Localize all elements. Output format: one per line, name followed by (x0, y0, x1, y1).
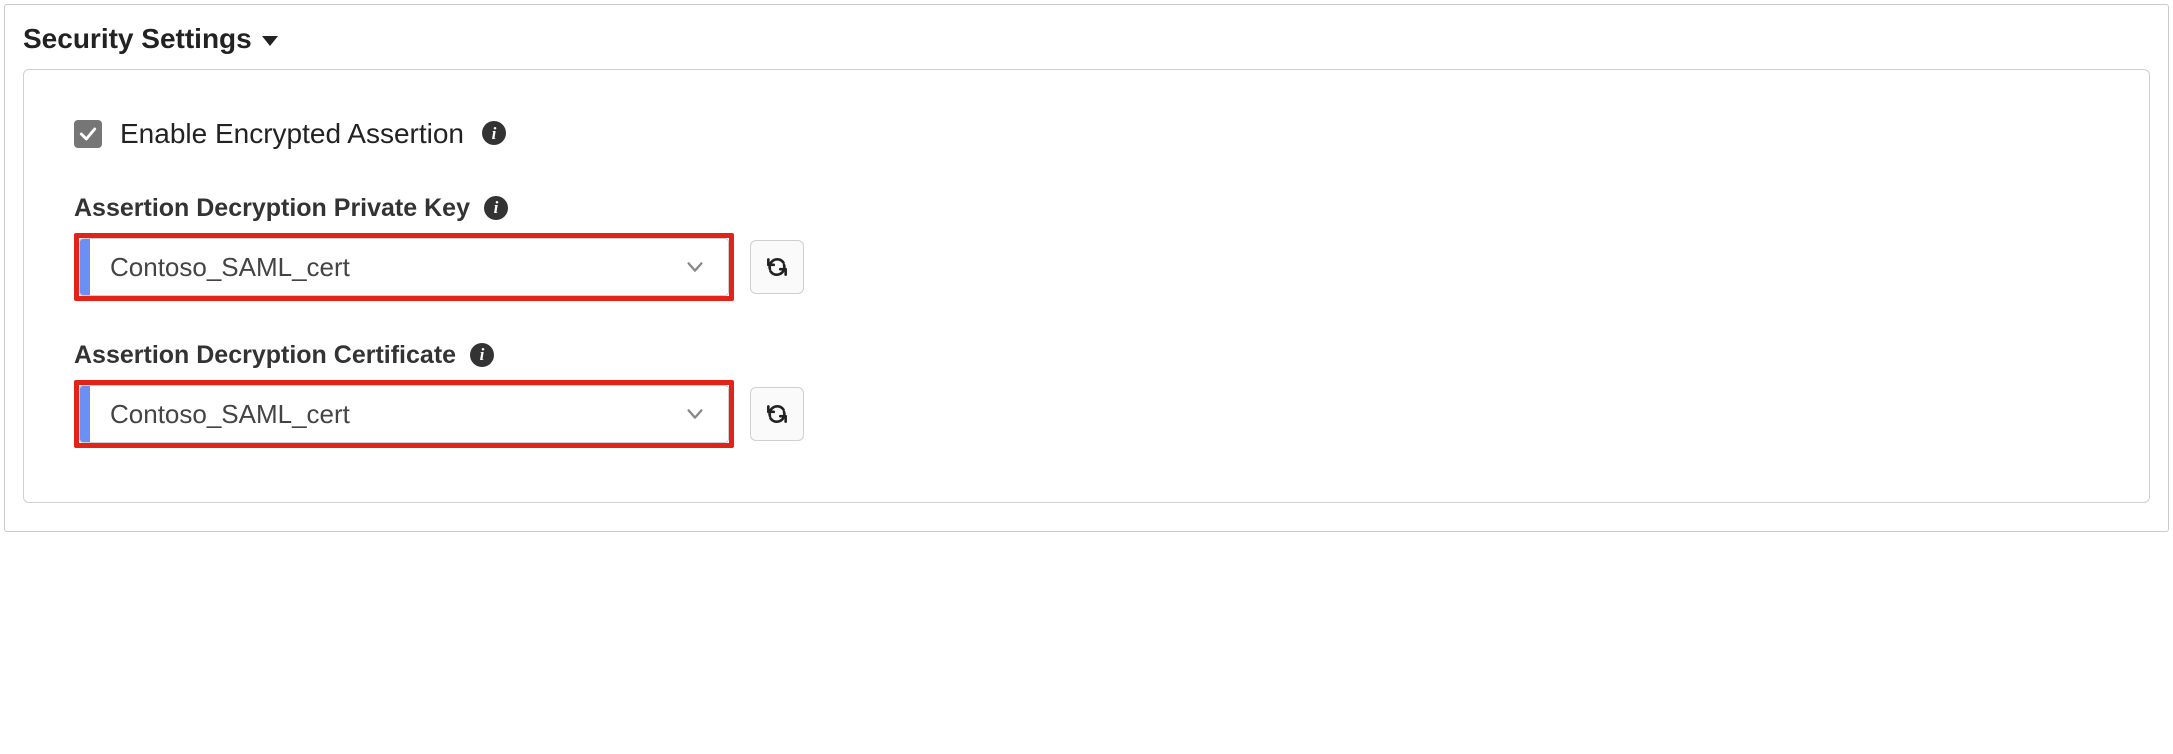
check-icon (78, 124, 98, 144)
info-icon[interactable]: i (484, 196, 508, 220)
private-key-value: Contoso_SAML_cert (90, 252, 662, 283)
certificate-value: Contoso_SAML_cert (90, 399, 662, 430)
enable-encrypted-assertion-label: Enable Encrypted Assertion (120, 118, 464, 150)
certificate-field: Assertion Decryption Certificate i Conto… (74, 341, 2099, 448)
certificate-refresh-button[interactable] (750, 387, 804, 441)
chevron-down-icon (662, 256, 728, 278)
section-title: Security Settings (23, 23, 252, 55)
certificate-select[interactable]: Contoso_SAML_cert (79, 385, 729, 443)
enable-encrypted-assertion-row: Enable Encrypted Assertion i (74, 118, 2099, 150)
highlight-frame: Contoso_SAML_cert (74, 380, 734, 448)
private-key-select[interactable]: Contoso_SAML_cert (79, 238, 729, 296)
refresh-icon (764, 254, 790, 280)
highlight-frame: Contoso_SAML_cert (74, 233, 734, 301)
enable-encrypted-assertion-checkbox[interactable] (74, 120, 102, 148)
certificate-label: Assertion Decryption Certificate (74, 341, 456, 370)
certificate-label-row: Assertion Decryption Certificate i (74, 341, 2099, 370)
certificate-select-row: Contoso_SAML_cert (74, 380, 2099, 448)
security-settings-container: Security Settings Enable Encrypted Asser… (4, 4, 2169, 532)
private-key-label: Assertion Decryption Private Key (74, 194, 470, 223)
section-header[interactable]: Security Settings (23, 23, 2150, 69)
chevron-down-icon (662, 403, 728, 425)
private-key-select-row: Contoso_SAML_cert (74, 233, 2099, 301)
select-accent-bar (80, 386, 90, 442)
info-icon[interactable]: i (482, 121, 506, 145)
caret-down-icon (262, 36, 278, 46)
select-accent-bar (80, 239, 90, 295)
private-key-field: Assertion Decryption Private Key i Conto… (74, 194, 2099, 301)
refresh-icon (764, 401, 790, 427)
settings-panel: Enable Encrypted Assertion i Assertion D… (23, 69, 2150, 503)
private-key-label-row: Assertion Decryption Private Key i (74, 194, 2099, 223)
private-key-refresh-button[interactable] (750, 240, 804, 294)
info-icon[interactable]: i (470, 343, 494, 367)
